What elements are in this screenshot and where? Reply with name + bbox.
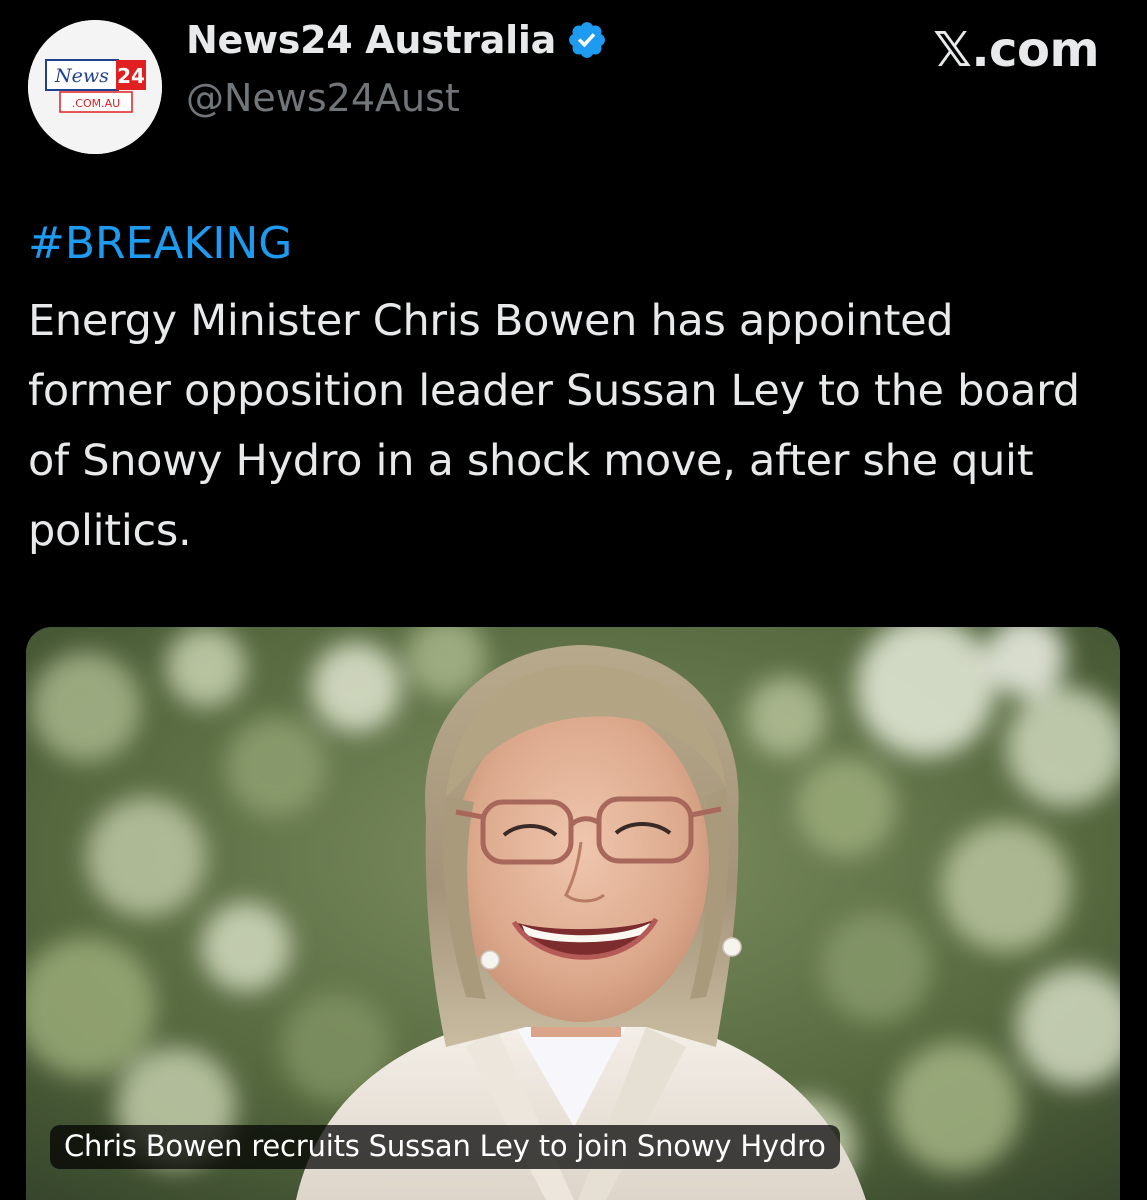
svg-text:.COM.AU: .COM.AU xyxy=(72,97,120,110)
x-site-label: 𝕏.com xyxy=(933,22,1099,78)
display-name-text: News24 Australia xyxy=(186,18,556,62)
tweet-body: Energy Minister Chris Bowen has appointe… xyxy=(28,296,1080,556)
svg-text:24: 24 xyxy=(117,64,145,88)
news-photo xyxy=(26,627,1120,1200)
avatar[interactable]: News 24 .COM.AU xyxy=(28,20,162,154)
hashtag-link[interactable]: #BREAKING xyxy=(28,218,292,269)
verified-badge-icon xyxy=(569,22,605,58)
user-handle[interactable]: @News24Aust xyxy=(186,76,460,120)
svg-text:News: News xyxy=(54,65,109,87)
news24-logo-icon: News 24 .COM.AU xyxy=(28,20,162,154)
display-name[interactable]: News24 Australia xyxy=(186,18,608,62)
media-caption: Chris Bowen recruits Sussan Ley to join … xyxy=(50,1125,840,1169)
media-card[interactable]: Chris Bowen recruits Sussan Ley to join … xyxy=(26,627,1120,1200)
